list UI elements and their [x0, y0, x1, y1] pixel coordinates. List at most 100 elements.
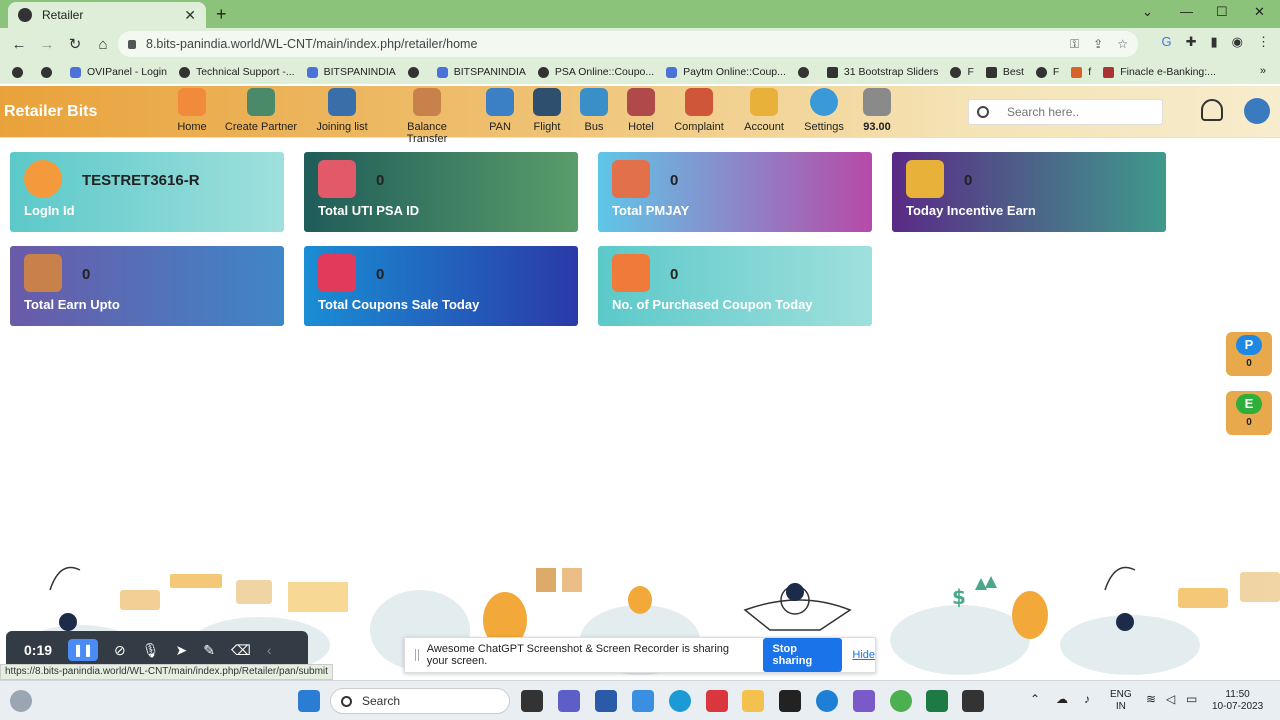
- eraser-icon[interactable]: ⌫: [231, 642, 251, 659]
- bookmark-item[interactable]: PSA Online::Coupo...: [537, 66, 654, 78]
- onedrive-icon[interactable]: ☁: [1056, 693, 1068, 705]
- bookmark-item[interactable]: BITSPANINDIA: [436, 66, 526, 78]
- hide-link[interactable]: Hide: [852, 649, 875, 661]
- menu-joining-list[interactable]: Joining list: [314, 88, 370, 133]
- edge-icon[interactable]: [816, 690, 838, 712]
- close-window-button[interactable]: ✕: [1254, 4, 1265, 20]
- bookmark-item[interactable]: Best: [985, 66, 1024, 78]
- bookmark-icon-only[interactable]: [12, 66, 29, 78]
- file-explorer-icon[interactable]: [742, 690, 764, 712]
- side-pill-p[interactable]: P 0: [1226, 332, 1272, 376]
- card-today-incentive-earn[interactable]: 0 Today Incentive Earn: [892, 152, 1166, 232]
- clock[interactable]: 11:50 10-07-2023: [1212, 689, 1263, 713]
- menu-home[interactable]: Home: [176, 88, 208, 133]
- drag-handle-icon[interactable]: [415, 649, 419, 661]
- menu-settings[interactable]: Settings: [802, 88, 846, 133]
- translate-icon[interactable]: G: [1161, 34, 1171, 50]
- app-icon[interactable]: [632, 690, 654, 712]
- microphone-icon[interactable]: 🎙: [142, 642, 160, 659]
- side-pill-e[interactable]: E 0: [1226, 391, 1272, 435]
- card-total-coupons-sale-today[interactable]: 0 Total Coupons Sale Today: [304, 246, 578, 326]
- language-indicator[interactable]: ENG IN: [1110, 689, 1132, 713]
- bookmark-star-icon[interactable]: ☆: [1117, 37, 1128, 52]
- menu-balance-transfer[interactable]: Balance Transfer: [386, 88, 468, 145]
- menu-hotel[interactable]: Hotel: [625, 88, 657, 133]
- search-input[interactable]: [1007, 105, 1147, 119]
- support-headset-icon[interactable]: [1201, 99, 1223, 121]
- stop-sharing-button[interactable]: Stop sharing: [762, 638, 843, 672]
- menu-account[interactable]: Account: [742, 88, 786, 133]
- menu-wallet-balance[interactable]: 93.00: [860, 88, 894, 133]
- card-purchased-coupon-today[interactable]: 0 No. of Purchased Coupon Today: [598, 246, 872, 326]
- task-view-icon[interactable]: [521, 690, 543, 712]
- globe-icon: [18, 8, 32, 22]
- reload-button[interactable]: ↻: [62, 35, 88, 53]
- pause-button[interactable]: ❚❚: [68, 639, 99, 661]
- widgets-icon[interactable]: [10, 690, 32, 712]
- card-total-pmjay[interactable]: 0 Total PMJAY: [598, 152, 872, 232]
- bookmark-item[interactable]: Technical Support -...: [178, 66, 295, 78]
- user-profile-icon[interactable]: [1244, 98, 1270, 124]
- menu-create-partner[interactable]: Create Partner: [224, 88, 298, 133]
- forward-button[interactable]: →: [34, 36, 60, 53]
- menu-bus[interactable]: Bus: [580, 88, 608, 133]
- app-icon[interactable]: [706, 690, 728, 712]
- browser-tab[interactable]: Retailer ✕: [8, 2, 206, 28]
- camera-off-icon[interactable]: ⊘: [114, 642, 126, 659]
- tab-search-icon[interactable]: ⌄: [1142, 4, 1153, 20]
- bookmark-icon-only[interactable]: [41, 66, 58, 78]
- bookmark-item[interactable]: Finacle e-Banking:...: [1103, 66, 1216, 78]
- card-total-uti-psa-id[interactable]: 0 Total UTI PSA ID: [304, 152, 578, 232]
- card-login-id[interactable]: TESTRET3616-R LogIn Id: [10, 152, 284, 232]
- extensions-icon[interactable]: ✚: [1186, 34, 1197, 50]
- back-button[interactable]: ←: [6, 36, 32, 53]
- bookmark-item[interactable]: F: [950, 66, 974, 78]
- pointer-icon[interactable]: ➤: [176, 642, 188, 659]
- more-bookmarks-icon[interactable]: »: [1260, 65, 1266, 77]
- close-tab-icon[interactable]: ✕: [184, 7, 196, 24]
- collapse-icon[interactable]: ‹: [267, 642, 272, 658]
- volume-icon[interactable]: ◁: [1166, 693, 1175, 705]
- address-bar[interactable]: 8.bits-panindia.world/WL-CNT/main/index.…: [118, 31, 1138, 57]
- windows-start-icon[interactable]: [298, 690, 320, 712]
- store-icon[interactable]: [595, 690, 617, 712]
- home-button[interactable]: ⌂: [90, 36, 116, 53]
- bookmark-item[interactable]: 31 Bootstrap Sliders: [826, 66, 938, 78]
- bookmark-item[interactable]: Paytm Online::Coup...: [666, 66, 786, 78]
- key-icon[interactable]: ⚿: [1070, 37, 1079, 52]
- bookmark-item[interactable]: OVIPanel - Login: [70, 66, 167, 78]
- card-label: Total UTI PSA ID: [318, 203, 420, 218]
- maximize-button[interactable]: ☐: [1216, 4, 1228, 20]
- brand-title[interactable]: Retailer Bits: [4, 103, 97, 121]
- bookmark-icon-only[interactable]: [407, 66, 425, 78]
- side-panel-icon[interactable]: ▮: [1211, 34, 1218, 50]
- bookmark-item[interactable]: BITSPANINDIA: [306, 66, 396, 78]
- battery-icon[interactable]: ▭: [1186, 693, 1197, 705]
- share-icon[interactable]: ⇪: [1093, 37, 1103, 52]
- app-icon[interactable]: [669, 690, 691, 712]
- search-box[interactable]: [968, 99, 1163, 125]
- bookmark-item[interactable]: F: [1035, 66, 1059, 78]
- menu-icon[interactable]: ⋮: [1257, 34, 1270, 50]
- pen-icon[interactable]: ✎: [203, 642, 215, 659]
- menu-flight[interactable]: Flight: [531, 88, 563, 133]
- rupee-bag-icon: [24, 254, 62, 292]
- profile-icon[interactable]: ◉: [1232, 34, 1243, 50]
- taskbar-search[interactable]: Search: [330, 688, 510, 714]
- teams-icon[interactable]: [558, 690, 580, 712]
- chrome-icon[interactable]: [890, 690, 912, 712]
- bookmark-icon-only[interactable]: [797, 66, 815, 78]
- menu-pan[interactable]: PAN: [486, 88, 514, 133]
- app-icon[interactable]: [962, 690, 984, 712]
- card-total-earn-upto[interactable]: 0 Total Earn Upto: [10, 246, 284, 326]
- wifi-icon[interactable]: ≋: [1146, 693, 1156, 705]
- tray-expand-icon[interactable]: ⌃: [1030, 693, 1040, 705]
- new-tab-button[interactable]: +: [216, 4, 227, 25]
- minimize-button[interactable]: —: [1180, 4, 1193, 19]
- menu-complaint[interactable]: Complaint: [672, 88, 726, 133]
- excel-icon[interactable]: [926, 690, 948, 712]
- pycharm-icon[interactable]: [779, 690, 801, 712]
- microphone-icon[interactable]: ♪: [1084, 693, 1090, 705]
- snipping-tool-icon[interactable]: [853, 690, 875, 712]
- bookmark-item[interactable]: f: [1071, 66, 1091, 78]
